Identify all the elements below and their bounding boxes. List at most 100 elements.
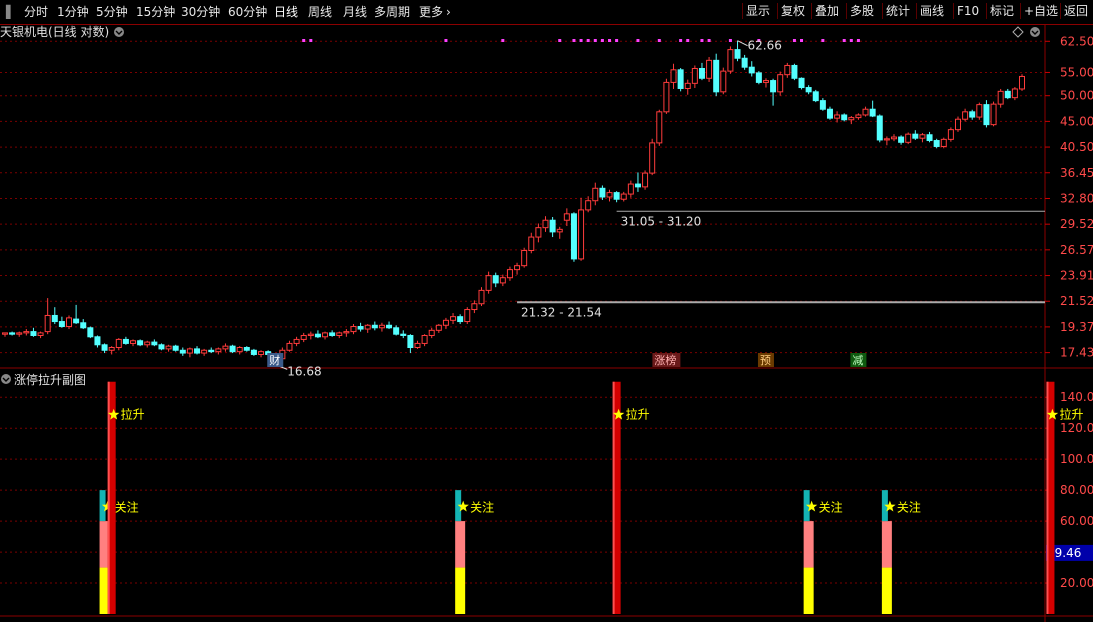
candle-body [16,332,23,335]
candle-body [222,345,229,350]
toolbar-button-5[interactable]: 画线 [916,3,947,19]
period-tab-5[interactable]: 60分钟 [228,4,267,20]
main-y-tick-label: 26.57 [1060,243,1093,257]
period-tab-10[interactable]: 更多 [419,4,443,20]
sub-signal-bars: 关注 拉升关注 拉升关注 关注 拉升 [99,381,1083,614]
main-y-tick-label: 55.00 [1060,65,1093,79]
period-tab-4[interactable]: 30分钟 [181,4,220,20]
candle-body [300,334,307,340]
candle-body [976,104,983,118]
candle-body [450,316,457,321]
chevron-right-icon[interactable]: › [446,4,451,20]
toolbar-button-9[interactable]: 返回 [1060,3,1091,19]
lift-signal-bar-highlight [1046,381,1049,614]
candle-body [933,140,940,147]
event-tag-label: 财 [269,353,280,367]
high-price-label: 62.66 [748,39,782,53]
sub-y-tick-label: 120.00 [1060,421,1093,435]
toolbar-button-4[interactable]: 统计 [882,3,913,19]
candle-body [777,74,784,93]
chevron-down-icon[interactable] [114,27,124,37]
candle-body [442,319,449,326]
main-y-tick-label: 21.52 [1060,294,1093,308]
candle-body [336,332,343,336]
sub-y-axis: 140.00120.00100.0080.0060.0040.0020.0039… [0,390,1093,590]
candle-body [364,324,371,330]
lift-signal-bar-highlight [107,381,110,614]
signal-dot [849,39,853,42]
candle-body [172,345,179,351]
candle-body [841,114,848,121]
lift-signal-bar-highlight [612,381,615,614]
signal-dot [309,39,313,42]
candle-body [556,228,563,233]
candle-body [1011,88,1018,99]
candle-body [613,192,620,200]
settings-icon[interactable] [1030,27,1040,37]
period-tab-0[interactable]: 分时 [24,4,48,20]
period-tab-1[interactable]: 1分钟 [57,4,89,20]
candle-body [30,331,37,336]
period-tab-7[interactable]: 周线 [308,4,332,20]
period-tab-3[interactable]: 15分钟 [136,4,175,20]
candle-body [592,187,599,202]
candle-body [684,82,691,89]
toolbar-button-3[interactable]: 多股 [846,3,877,19]
sidebar-toggle-icon[interactable]: ▌ [6,4,15,20]
candle-body [414,342,421,349]
event-tag-label: 涨榜 [654,353,676,367]
candle-body [642,172,649,188]
toolbar-button-0[interactable]: 显示 [742,3,773,19]
candle-body [73,318,80,324]
candle-body [713,59,720,93]
candle-body [208,349,215,353]
period-tab-6[interactable]: 日线 [274,4,298,20]
candle-body [549,219,556,233]
toolbar-button-7[interactable]: 标记 [986,3,1017,19]
candle-body [535,227,542,238]
candle-body [649,142,656,174]
candle-body [969,111,976,118]
candle-body [912,133,919,139]
candle-body [670,69,677,83]
candle-body [734,49,741,59]
candle-body [606,192,613,198]
candle-body [798,77,805,89]
candle-body [137,340,144,346]
candle-body [144,341,151,346]
signal-dot [608,39,612,42]
sub-chevron-icon[interactable] [1,374,11,384]
watch-bar-yellow [455,567,466,614]
signal-dot [842,39,846,42]
main-y-tick-label: 19.37 [1060,320,1093,334]
candle-body [23,331,30,334]
period-tab-2[interactable]: 5分钟 [96,4,128,20]
watch-bar-pink [455,521,466,568]
lift-signal-label: 拉升 [121,407,145,422]
toolbar-button-6[interactable]: F10 [953,3,982,19]
candle-body [194,348,201,354]
candle-body [492,275,499,284]
toolbar-button-1[interactable]: 复权 [777,3,808,19]
candle-body [386,324,393,329]
sub-y-tick-label: 140.00 [1060,390,1093,404]
signal-dot [302,39,306,42]
period-toolbar: 分时 1分钟 5分钟 15分钟 30分钟 60分钟 日线 周线 月线 多周期 更多 › 显示 复权 叠加 多股… [0,0,1093,25]
candle-body [471,303,478,311]
candle-body [66,317,73,328]
candle-body [990,103,997,126]
diamond-icon[interactable] [1012,26,1024,38]
candle-body [87,327,94,338]
period-tab-8[interactable]: 月线 [343,4,367,20]
candle-body [122,338,129,344]
signal-dot [586,39,590,42]
signal-dot [679,39,683,42]
toolbar-button-2[interactable]: 叠加 [811,3,842,19]
period-tab-9[interactable]: 多周期 [374,4,410,20]
toolbar-button-8[interactable]: +自选 [1020,3,1061,19]
candle-body [997,90,1004,105]
candle-body [983,104,990,126]
lift-signal-label: 拉升 [1059,407,1083,422]
candle-body [151,341,158,346]
candle-body [435,324,442,331]
